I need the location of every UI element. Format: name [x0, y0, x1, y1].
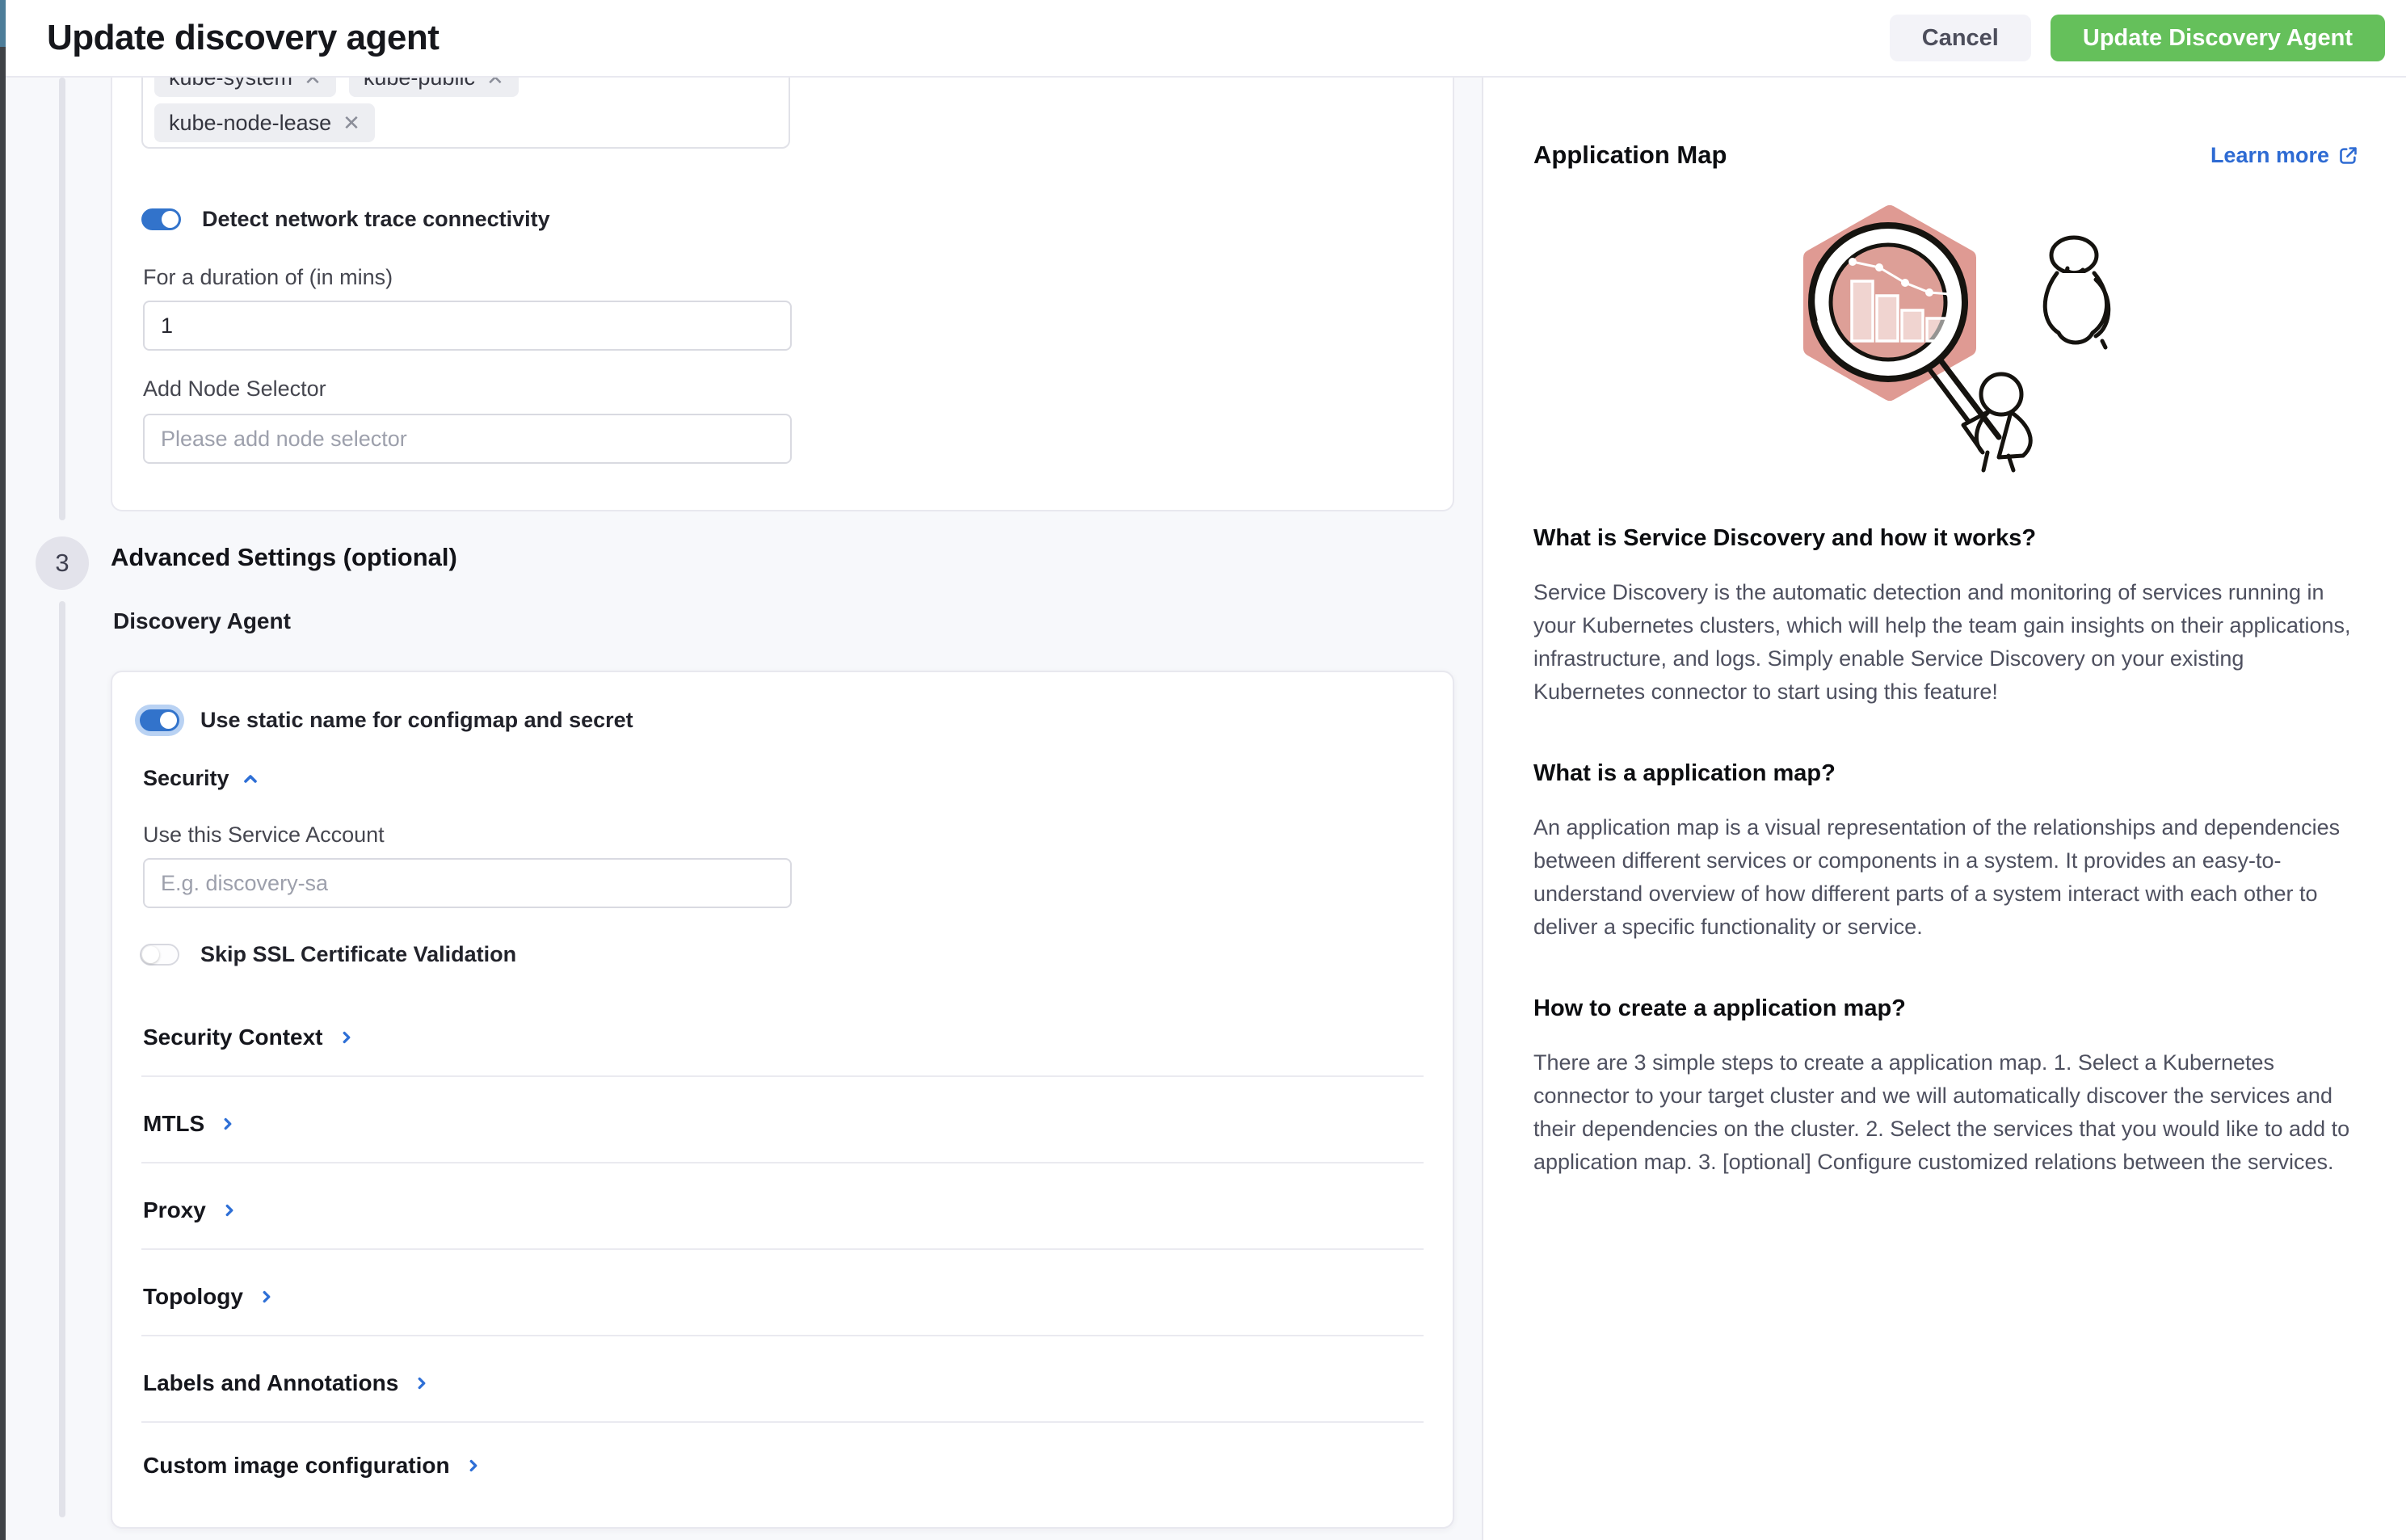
section-security-context[interactable]: Security Context [143, 1025, 355, 1050]
discovery-agent-card: Use static name for configmap and secret… [111, 671, 1454, 1529]
namespace-tag[interactable]: kube-public ✕ [349, 78, 519, 97]
application-map-help-panel: Application Map Learn more [1482, 78, 2406, 1540]
help-heading: How to create a application map? [1533, 995, 2359, 1022]
skip-ssl-toggle[interactable] [140, 944, 179, 966]
chevron-right-icon [338, 1029, 355, 1046]
chevron-right-icon [221, 1201, 238, 1219]
namespace-tags-input[interactable]: kube-system ✕ kube-public ✕ kube-node-le… [141, 78, 790, 149]
page-title: Update discovery agent [47, 18, 439, 58]
learn-more-link[interactable]: Learn more [2210, 143, 2359, 168]
update-discovery-agent-button[interactable]: Update Discovery Agent [2051, 15, 2385, 61]
divider [141, 1421, 1424, 1423]
skip-ssl-label: Skip SSL Certificate Validation [200, 942, 516, 967]
network-settings-card: kube-system ✕ kube-public ✕ kube-node-le… [111, 78, 1454, 511]
help-panel-title: Application Map [1533, 141, 1727, 170]
update-discovery-agent-page: Update discovery agent Cancel Update Dis… [0, 0, 2406, 1540]
divider [141, 1335, 1424, 1336]
help-section-how-to-create: How to create a application map? There a… [1533, 995, 2359, 1179]
service-account-input[interactable] [143, 858, 792, 908]
section-labels-annotations[interactable]: Labels and Annotations [143, 1370, 431, 1396]
duration-label: For a duration of (in mins) [143, 265, 393, 290]
divider [141, 1075, 1424, 1077]
help-section-what-is-app-map: What is a application map? An applicatio… [1533, 760, 2359, 944]
service-account-label: Use this Service Account [143, 823, 385, 848]
help-section-service-discovery: What is Service Discovery and how it wor… [1533, 525, 2359, 709]
chevron-right-icon [219, 1115, 237, 1133]
advanced-settings-heading: Advanced Settings (optional) [111, 543, 457, 572]
chevron-up-icon [241, 769, 260, 789]
background-app-edge-accent [0, 0, 6, 47]
section-mtls[interactable]: MTLS [143, 1111, 237, 1137]
static-name-toggle[interactable] [140, 709, 179, 731]
security-section-header[interactable]: Security [143, 766, 260, 791]
section-topology[interactable]: Topology [143, 1284, 276, 1310]
namespace-tag-row: kube-node-lease ✕ [154, 103, 375, 142]
chevron-right-icon [465, 1457, 482, 1475]
node-selector-label: Add Node Selector [143, 377, 326, 402]
network-trace-toggle-row: Detect network trace connectivity [141, 207, 550, 232]
namespace-tag-row-clipped: kube-system ✕ kube-public ✕ [154, 78, 519, 97]
help-heading: What is a application map? [1533, 760, 2359, 787]
step-3-badge: 3 [36, 536, 89, 590]
namespace-tag-kube-node-lease[interactable]: kube-node-lease ✕ [154, 103, 375, 142]
skip-ssl-toggle-row: Skip SSL Certificate Validation [140, 942, 516, 967]
stepper-rail [59, 78, 65, 520]
tag-label: kube-node-lease [169, 111, 331, 136]
background-app-edge [0, 0, 6, 1540]
section-proxy[interactable]: Proxy [143, 1197, 238, 1223]
namespace-tag[interactable]: kube-system ✕ [154, 78, 336, 97]
chevron-right-icon [258, 1288, 276, 1306]
application-map-illustration [1756, 183, 2136, 473]
detect-network-trace-toggle[interactable] [141, 208, 181, 230]
detect-network-trace-label: Detect network trace connectivity [202, 207, 550, 232]
help-heading: What is Service Discovery and how it wor… [1533, 525, 2359, 552]
remove-tag-icon[interactable]: ✕ [343, 111, 360, 136]
static-name-label: Use static name for configmap and secret [200, 708, 633, 733]
divider [141, 1162, 1424, 1163]
node-selector-input[interactable] [143, 414, 792, 464]
discovery-agent-subheading: Discovery Agent [113, 608, 291, 634]
duration-input[interactable] [143, 301, 792, 351]
static-name-toggle-row: Use static name for configmap and secret [140, 708, 633, 733]
stepper-rail [59, 601, 65, 1517]
page-header: Update discovery agent Cancel Update Dis… [6, 0, 2406, 78]
remove-tag-icon[interactable]: ✕ [304, 78, 322, 90]
chevron-right-icon [413, 1374, 431, 1392]
help-paragraph: Service Discovery is the automatic detec… [1533, 576, 2359, 709]
security-label: Security [143, 766, 229, 791]
divider [141, 1248, 1424, 1250]
help-paragraph: An application map is a visual represent… [1533, 811, 2359, 944]
help-paragraph: There are 3 simple steps to create a app… [1533, 1046, 2359, 1179]
external-link-icon [2337, 145, 2359, 166]
remove-tag-icon[interactable]: ✕ [486, 78, 504, 90]
section-custom-image[interactable]: Custom image configuration [143, 1453, 482, 1479]
cancel-button[interactable]: Cancel [1890, 15, 2031, 61]
